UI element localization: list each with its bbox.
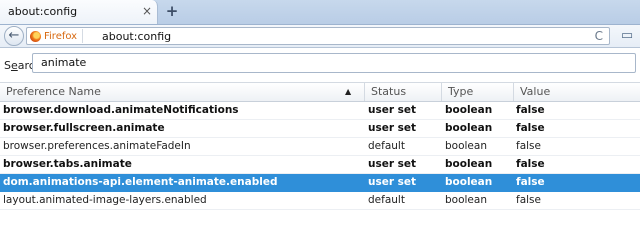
preference-type: boolean	[445, 158, 493, 170]
close-icon[interactable]: ×	[140, 3, 154, 19]
column-header-name[interactable]: Preference Name ▲	[0, 83, 364, 101]
preference-status: default	[368, 140, 405, 152]
tab-strip: about:config × +	[0, 0, 640, 25]
preference-value: false	[516, 176, 545, 188]
table-row[interactable]: browser.fullscreen.animate user set bool…	[0, 120, 640, 138]
preference-status: user set	[368, 158, 417, 170]
search-input[interactable]: animate	[32, 53, 636, 73]
table-row[interactable]: browser.tabs.animate user set boolean fa…	[0, 156, 640, 174]
preferences-table: Preference Name ▲ Status Type Value brow…	[0, 82, 640, 210]
site-identity[interactable]: Firefox	[30, 29, 84, 43]
preference-name: browser.download.animateNotifications	[3, 104, 239, 116]
preference-status: user set	[368, 104, 417, 116]
column-header-type[interactable]: Type	[441, 83, 513, 101]
preference-value: false	[516, 140, 541, 152]
preference-type: boolean	[445, 140, 487, 152]
table-row[interactable]: browser.download.animateNotifications us…	[0, 102, 640, 120]
preference-name: browser.fullscreen.animate	[3, 122, 165, 134]
reload-icon[interactable]: C	[595, 29, 603, 43]
bookmarks-icon[interactable]: ▭	[616, 27, 638, 45]
tab-about-config[interactable]: about:config ×	[0, 0, 158, 24]
preference-value: false	[516, 122, 545, 134]
table-row[interactable]: browser.preferences.animateFadeIn defaul…	[0, 138, 640, 156]
preference-status: user set	[368, 122, 417, 134]
preference-name: browser.preferences.animateFadeIn	[3, 140, 191, 152]
search-row: Search: animate	[0, 48, 640, 81]
preference-type: boolean	[445, 194, 487, 206]
url-text[interactable]: about:config	[102, 30, 171, 43]
preference-value: false	[516, 194, 541, 206]
identity-label: Firefox	[44, 30, 78, 42]
preference-type: boolean	[445, 104, 493, 116]
url-bar[interactable]: Firefox about:config C	[26, 27, 610, 45]
new-tab-button[interactable]: +	[163, 2, 181, 20]
preference-status: user set	[368, 176, 417, 188]
firefox-icon	[30, 30, 41, 42]
preference-name: dom.animations-api.element-animate.enabl…	[3, 176, 278, 188]
sort-ascending-icon: ▲	[345, 87, 352, 96]
preference-type: boolean	[445, 122, 493, 134]
preference-value: false	[516, 158, 545, 170]
preference-status: default	[368, 194, 405, 206]
column-header-status[interactable]: Status	[364, 83, 441, 101]
preference-name: browser.tabs.animate	[3, 158, 132, 170]
table-row[interactable]: layout.animated-image-layers.enabled def…	[0, 192, 640, 210]
preference-name: layout.animated-image-layers.enabled	[3, 194, 207, 206]
table-row-selected[interactable]: dom.animations-api.element-animate.enabl…	[0, 174, 640, 192]
navigation-bar: ← Firefox about:config C ▭	[0, 25, 640, 48]
preference-type: boolean	[445, 176, 493, 188]
table-header: Preference Name ▲ Status Type Value	[0, 82, 640, 102]
preference-value: false	[516, 104, 545, 116]
column-header-value[interactable]: Value	[513, 83, 640, 101]
back-button[interactable]: ←	[4, 26, 24, 46]
tab-title: about:config	[8, 5, 78, 18]
